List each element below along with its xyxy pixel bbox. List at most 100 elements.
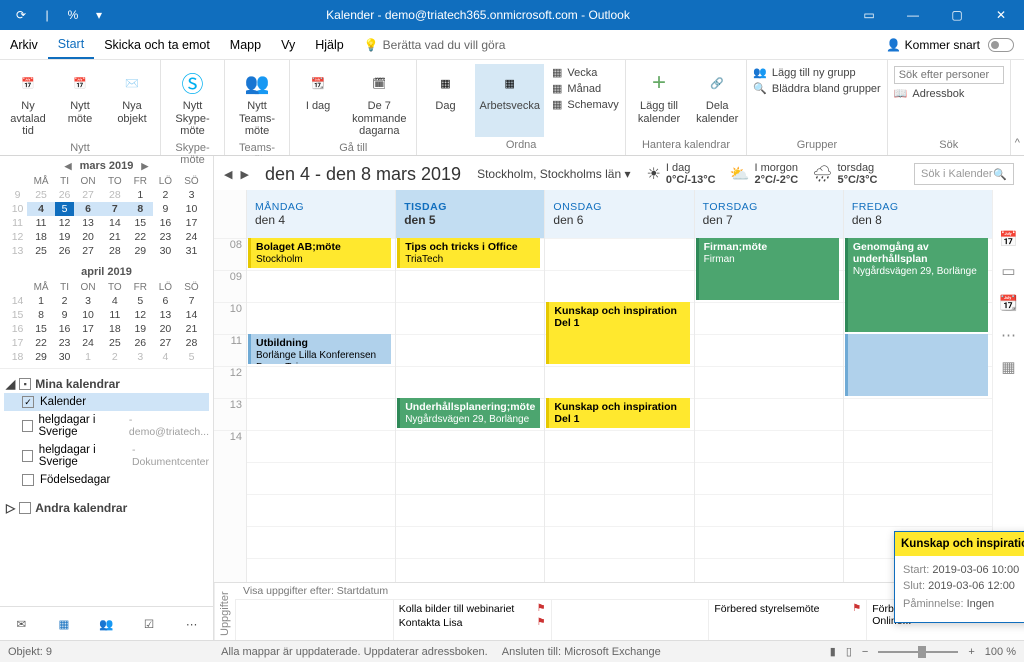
view-reading-icon[interactable]: ▯ (846, 645, 852, 658)
tasks-mon[interactable] (235, 600, 393, 640)
gadget-3-icon[interactable]: 📆 (999, 294, 1018, 312)
sync-icon[interactable]: ⟳ (14, 8, 28, 22)
zoom-out-icon[interactable]: − (862, 646, 868, 658)
tasks-tue[interactable]: Kolla bilder till webinariet⚑ Kontakta Li… (393, 600, 551, 640)
quicklink-icon[interactable]: % (66, 8, 80, 22)
next-week-icon[interactable]: ▶ (240, 168, 248, 181)
gadget-5-icon[interactable]: ▦ (1001, 358, 1015, 376)
flag-icon[interactable]: ⚑ (537, 603, 546, 615)
schedule-view-button[interactable]: ▦Schemavy (552, 98, 619, 111)
day-column[interactable]: Kunskap och inspiration Del 1 Kunskap och… (544, 238, 693, 582)
next7days-button[interactable]: 🗓De 7 kommande dagarna (348, 64, 410, 140)
day-header[interactable]: FREDAGden 8 (843, 190, 992, 238)
prev-month-icon[interactable]: ◀ (65, 161, 72, 172)
maximize-icon[interactable]: ▢ (938, 0, 976, 30)
tasks-nav-icon[interactable]: ☑ (136, 611, 162, 637)
weather-day[interactable]: ☀I dag0°C/-13°C (647, 162, 716, 186)
tab-vy[interactable]: Vy (271, 30, 305, 59)
other-calendars-header[interactable]: ▷Andra kalendrar (4, 499, 209, 517)
tab-mapp[interactable]: Mapp (220, 30, 271, 59)
calendar-item[interactable]: ✓Kalender (4, 393, 209, 411)
search-calendar-input[interactable]: Sök i Kalender🔍 (914, 163, 1014, 185)
minical-april[interactable]: april 2019MÅTIONTOFRLÖSÖ1412345671589101… (0, 262, 213, 368)
browse-groups-button[interactable]: 🔍Bläddra bland grupper (753, 82, 881, 95)
month-view-button[interactable]: ▦Månad (552, 82, 619, 95)
weather-day[interactable]: 🌧torsdag5°C/3°C (812, 162, 877, 186)
tell-me-input[interactable]: 💡 Berätta vad du vill göra (364, 38, 506, 52)
add-calendar-button[interactable]: +Lägg till kalender (632, 64, 686, 137)
day-view-button[interactable]: ▦Dag (423, 64, 467, 137)
calendar-nav-icon[interactable]: ▦ (51, 611, 77, 637)
addressbook-button[interactable]: 📖Adressbok (894, 87, 1004, 100)
calendar-item[interactable]: Födelsedagar (4, 471, 209, 489)
calendar-event[interactable]: Genomgång av underhållsplanNygårdsvägen … (845, 238, 988, 332)
next-month-icon[interactable]: ▶ (141, 161, 148, 172)
share-calendar-button[interactable]: 🔗Dela kalender (694, 64, 740, 137)
calendar-event[interactable]: Tips och tricks i OfficeTriaTech (397, 238, 540, 268)
month-icon: ▦ (552, 82, 562, 95)
day-header[interactable]: MÅNDAGden 4 (246, 190, 395, 238)
flag-icon[interactable]: ⚑ (852, 603, 861, 615)
tab-arkiv[interactable]: Arkiv (0, 30, 48, 59)
ribbon-mode-icon[interactable]: ▭ (850, 0, 888, 30)
calendar-event[interactable]: Underhållsplanering;möteNygårdsvägen 29,… (397, 398, 540, 428)
workweek-view-button[interactable]: ▦Arbetsvecka (475, 64, 544, 137)
minimize-icon[interactable]: — (894, 0, 932, 30)
flag-icon[interactable]: ⚑ (537, 617, 546, 629)
task-item[interactable]: Förbered styrelsemöte⚑ (714, 603, 861, 615)
location-dropdown[interactable]: Stockholm, Stockholms län ▾ (477, 167, 630, 181)
gadget-2-icon[interactable]: ▭ (1001, 262, 1015, 280)
tasks-thu[interactable]: Förbered styrelsemöte⚑ (708, 600, 866, 640)
dropdown-icon[interactable]: ▾ (92, 8, 106, 22)
skype-meeting-button[interactable]: ⓈNytt Skype- möte (167, 64, 218, 140)
calendar-event[interactable] (845, 334, 988, 396)
day-column[interactable]: Tips och tricks i OfficeTriaTech Underhål… (395, 238, 544, 582)
view-normal-icon[interactable]: ▮ (830, 645, 836, 658)
day-icon: ▦ (428, 66, 462, 100)
skype-icon: Ⓢ (176, 66, 210, 100)
weather-day[interactable]: ⛅I morgon2°C/-2°C (730, 162, 799, 186)
calendar-item[interactable]: helgdagar i Sverige - demo@triatech... (4, 411, 209, 441)
tab-skicka[interactable]: Skicka och ta emot (94, 30, 220, 59)
workweek-icon: ▦ (493, 66, 527, 100)
gadget-4-icon[interactable]: ⋯ (1001, 326, 1016, 344)
tab-hjalp[interactable]: Hjälp (305, 30, 354, 59)
today-button[interactable]: 📆I dag (296, 64, 340, 140)
coming-soon-toggle[interactable] (988, 38, 1014, 52)
tasks-wed[interactable] (551, 600, 709, 640)
more-nav-icon[interactable]: ⋯ (179, 611, 205, 637)
gadget-1-icon[interactable]: 📅 (999, 230, 1018, 248)
prev-week-icon[interactable]: ◀ (224, 168, 232, 181)
calendar-event[interactable]: Kunskap och inspiration Del 1 (546, 398, 689, 428)
my-calendars-header[interactable]: ◢▪Mina kalendrar (4, 375, 209, 393)
calendar-item[interactable]: helgdagar i Sverige - Dokumentcenter (4, 441, 209, 471)
task-item[interactable]: Kontakta Lisa⚑ (399, 617, 546, 629)
new-items-button[interactable]: ✉️Nya objekt (110, 64, 154, 140)
week-view-button[interactable]: ▦Vecka (552, 66, 619, 79)
divider-icon: | (40, 8, 54, 22)
day-header[interactable]: ONSDAGden 6 (544, 190, 693, 238)
search-people-input[interactable] (894, 66, 1004, 84)
close-icon[interactable]: ✕ (982, 0, 1020, 30)
mail-nav-icon[interactable]: ✉ (8, 611, 34, 637)
day-column[interactable]: Bolaget AB;möteStockholm UtbildningBorlän… (246, 238, 395, 582)
calendar-event[interactable]: Kunskap och inspiration Del 1 (546, 302, 689, 364)
day-column[interactable]: Firman;möteFirman (694, 238, 843, 582)
new-appointment-button[interactable]: 📅Ny avtalad tid (6, 64, 50, 140)
collapse-ribbon-icon[interactable]: ^ (1011, 60, 1024, 155)
add-group-button[interactable]: 👥Lägg till ny grupp (753, 66, 881, 79)
zoom-slider[interactable] (878, 651, 958, 653)
calendar-event[interactable]: Bolaget AB;möteStockholm (248, 238, 391, 268)
task-item[interactable]: Kolla bilder till webinariet⚑ (399, 603, 546, 615)
today-icon: 📆 (301, 66, 335, 100)
teams-meeting-button[interactable]: 👥Nytt Teams- möte (231, 64, 283, 140)
people-nav-icon[interactable]: 👥 (93, 611, 119, 637)
day-header[interactable]: TORSDAGden 7 (694, 190, 843, 238)
minical-mars[interactable]: ◀mars 2019▶MÅTIONTOFRLÖSÖ925262728123104… (0, 156, 213, 262)
zoom-in-icon[interactable]: + (968, 646, 974, 658)
day-header[interactable]: TISDAGden 5 (395, 190, 544, 238)
calendar-event[interactable]: UtbildningBorlänge Lilla Konferensen Dem… (248, 334, 391, 364)
tab-start[interactable]: Start (48, 30, 94, 59)
new-meeting-button[interactable]: 📅Nytt möte (58, 64, 102, 140)
calendar-event[interactable]: Firman;möteFirman (696, 238, 839, 300)
